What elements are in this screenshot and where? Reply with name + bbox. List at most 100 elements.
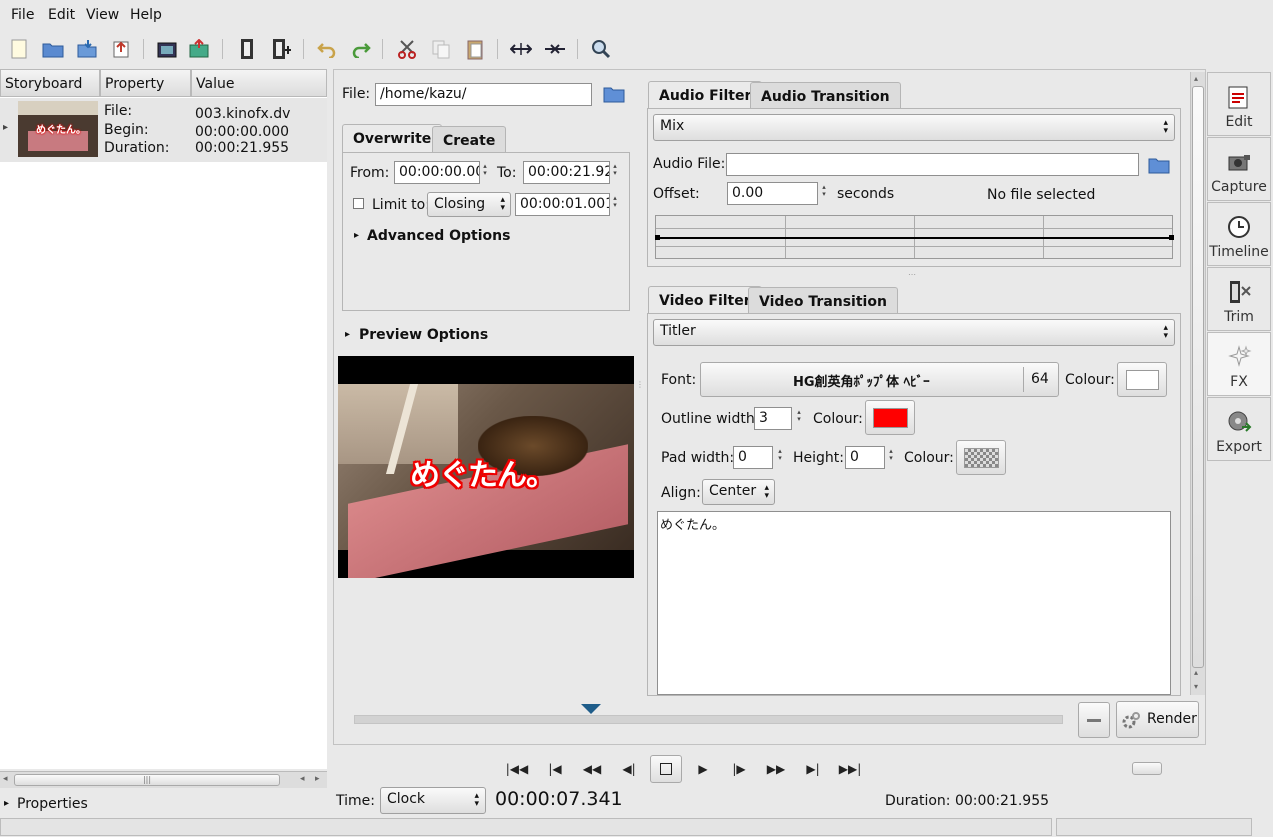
next-frame-icon[interactable]: |▶ xyxy=(727,758,751,780)
paste-icon[interactable] xyxy=(462,36,488,62)
previous-scene-icon[interactable]: |◀ xyxy=(543,758,567,780)
outline-width-label: Outline width: xyxy=(661,411,760,427)
limit-time-field[interactable]: 00:00:01.001 xyxy=(515,193,610,216)
go-to-start-icon[interactable]: |◀◀ xyxy=(505,758,529,780)
to-spin-buttons[interactable]: ▴ ▾ xyxy=(611,163,619,177)
limit-spin-buttons[interactable]: ▴ ▾ xyxy=(611,195,619,209)
mode-trim-button[interactable]: Trim xyxy=(1207,267,1271,331)
from-time-field[interactable]: 00:00:00.000 xyxy=(394,161,480,184)
menu-edit[interactable]: Edit xyxy=(48,7,75,23)
insert-clip-icon[interactable] xyxy=(234,36,260,62)
duration-display: Duration: 00:00:21.955 xyxy=(885,793,1050,809)
fx-scrollbar-thumb[interactable] xyxy=(1192,86,1204,668)
shuttle-slider[interactable] xyxy=(1132,762,1162,775)
height-field[interactable]: 0 xyxy=(845,446,885,469)
limit-mode-select[interactable]: Closing ▴ ▾ xyxy=(427,192,511,217)
stop-icon[interactable] xyxy=(650,755,682,783)
properties-expander-icon[interactable]: ▸ xyxy=(4,798,9,809)
storyboard-column-header[interactable]: Storyboard xyxy=(0,69,100,97)
previous-frame-icon[interactable]: ◀| xyxy=(617,758,641,780)
pane-splitter[interactable]: ⋮ xyxy=(636,380,644,389)
open-folder-icon[interactable] xyxy=(40,36,66,62)
storyboard-clip-row[interactable]: ▸ めぐたん。 File: Begin: Duration: 003.kinof… xyxy=(0,98,327,162)
copy-icon[interactable] xyxy=(428,36,454,62)
advanced-options-expander[interactable]: Advanced Options xyxy=(367,228,510,244)
menu-view[interactable]: View xyxy=(86,7,119,23)
save-icon[interactable] xyxy=(74,36,100,62)
new-file-icon[interactable] xyxy=(6,36,32,62)
collapse-button[interactable] xyxy=(1078,702,1110,738)
mode-capture-label: Capture xyxy=(1211,179,1267,195)
time-format-select[interactable]: Clock ▴ ▾ xyxy=(380,787,486,814)
properties-expander[interactable]: Properties xyxy=(17,796,88,812)
undo-icon[interactable] xyxy=(314,36,340,62)
fx-vertical-scrollbar[interactable]: ▴ ▴ ▾ xyxy=(1190,72,1205,695)
playhead-marker[interactable] xyxy=(580,704,601,714)
audio-browse-icon[interactable] xyxy=(1148,155,1170,179)
preview-expander-icon[interactable]: ▸ xyxy=(345,329,350,340)
pane-splitter-horizontal[interactable]: ⋯ xyxy=(908,270,916,279)
preview-options-expander[interactable]: Preview Options xyxy=(359,327,488,343)
to-time-field[interactable]: 00:00:21.922 xyxy=(523,161,610,184)
mode-fx-button[interactable]: FX xyxy=(1207,332,1271,396)
rewind-icon[interactable]: ◀◀ xyxy=(580,758,604,780)
pad-width-field[interactable]: 0 xyxy=(733,446,773,469)
offset-field[interactable]: 0.00 xyxy=(727,182,818,205)
height-spin-buttons[interactable]: ▴ ▾ xyxy=(887,448,895,462)
zoom-icon[interactable] xyxy=(588,36,614,62)
video-filter-select[interactable]: Titler ▴ ▾ xyxy=(653,319,1175,346)
offset-spin-buttons[interactable]: ▴ ▾ xyxy=(820,184,828,198)
browse-folder-icon[interactable] xyxy=(603,84,625,108)
play-icon[interactable]: ▶ xyxy=(691,758,715,780)
expand-arrow-icon[interactable]: ▸ xyxy=(3,122,8,133)
mode-timeline-button[interactable]: Timeline xyxy=(1207,202,1271,266)
pad-spin-buttons[interactable]: ▴ ▾ xyxy=(776,448,784,462)
scrollbar-thumb[interactable]: ||| xyxy=(14,774,280,786)
export-image-icon[interactable] xyxy=(186,36,212,62)
advanced-expander-icon[interactable]: ▸ xyxy=(354,230,359,241)
save-as-icon[interactable] xyxy=(108,36,134,62)
limit-checkbox[interactable] xyxy=(353,198,364,209)
text-colour-button[interactable] xyxy=(1117,362,1167,397)
redo-icon[interactable] xyxy=(348,36,374,62)
menu-help[interactable]: Help xyxy=(130,7,162,23)
tab-video-transition[interactable]: Video Transition xyxy=(748,287,898,316)
from-spin-buttons[interactable]: ▴ ▾ xyxy=(481,163,489,177)
value-column-header[interactable]: Value xyxy=(191,69,327,97)
cut-icon[interactable] xyxy=(394,36,420,62)
fast-forward-icon[interactable]: ▶▶ xyxy=(764,758,788,780)
tab-create[interactable]: Create xyxy=(432,126,507,155)
outline-colour-button[interactable] xyxy=(865,400,915,435)
property-column-header[interactable]: Property xyxy=(100,69,191,97)
file-path-field[interactable]: /home/kazu/ xyxy=(375,83,592,106)
render-button[interactable]: Render xyxy=(1116,701,1199,738)
tab-overwrite[interactable]: Overwrite xyxy=(342,124,443,153)
mode-capture-button[interactable]: Capture xyxy=(1207,137,1271,201)
append-clip-icon[interactable] xyxy=(268,36,294,62)
join-icon[interactable] xyxy=(542,36,568,62)
next-scene-icon[interactable]: ▶| xyxy=(801,758,825,780)
mode-timeline-label: Timeline xyxy=(1209,244,1269,260)
tab-video-filter[interactable]: Video Filter xyxy=(648,286,762,315)
tab-audio-transition[interactable]: Audio Transition xyxy=(750,82,901,111)
position-scrubber[interactable] xyxy=(354,715,1063,724)
tab-audio-filter[interactable]: Audio Filter xyxy=(648,81,763,110)
split-icon[interactable] xyxy=(508,36,534,62)
mode-edit-button[interactable]: Edit xyxy=(1207,72,1271,136)
audio-filter-select[interactable]: Mix ▴ ▾ xyxy=(653,114,1175,141)
menu-file[interactable]: File xyxy=(11,7,34,23)
font-chooser-button[interactable]: HG創英角ﾎﾟｯﾌﾟ体 ﾍﾋﾞｰ 64 xyxy=(700,362,1059,397)
title-text-area[interactable]: めぐたん。 xyxy=(657,511,1171,695)
audio-file-field[interactable] xyxy=(726,153,1139,176)
status-bar xyxy=(0,818,1052,836)
bg-colour-button[interactable] xyxy=(956,440,1006,475)
mode-export-button[interactable]: Export xyxy=(1207,397,1271,461)
outline-width-field[interactable]: 3 xyxy=(754,407,792,430)
audio-envelope-graph[interactable] xyxy=(655,215,1174,259)
export-still-icon[interactable] xyxy=(154,36,180,62)
storyboard-horizontal-scrollbar[interactable]: ◂ ||| ◂ ▸ xyxy=(0,771,327,788)
video-preview[interactable]: めぐたん。 xyxy=(338,356,634,578)
go-to-end-icon[interactable]: ▶▶| xyxy=(838,758,862,780)
align-select[interactable]: Center ▴ ▾ xyxy=(702,479,775,505)
outline-spin-buttons[interactable]: ▴ ▾ xyxy=(795,409,803,423)
